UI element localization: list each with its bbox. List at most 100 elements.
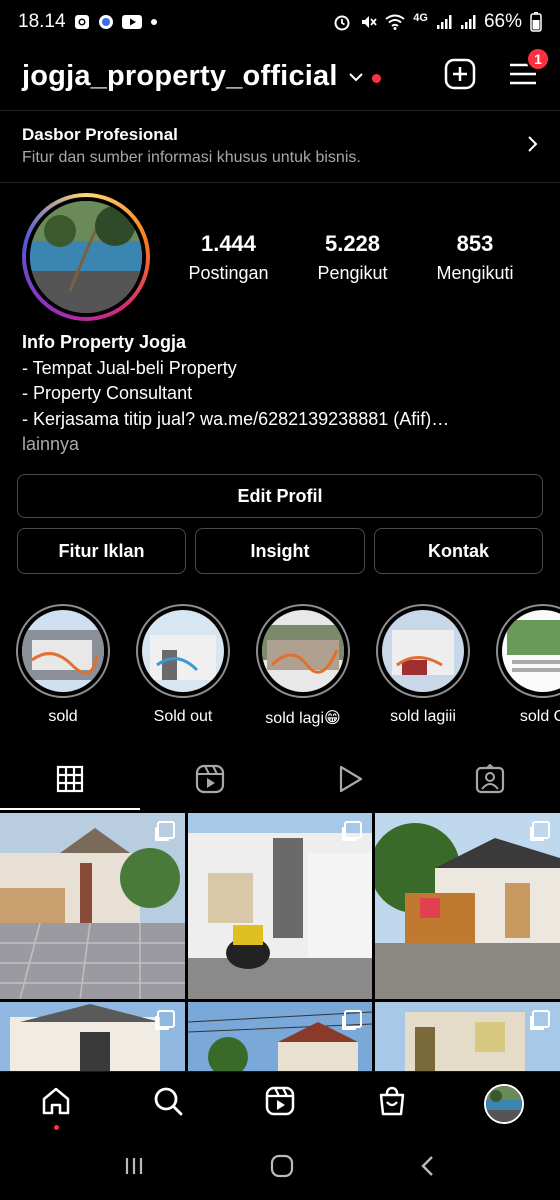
- followers-count: 5.228: [324, 230, 381, 256]
- header-divider: [0, 110, 560, 111]
- home-button-icon[interactable]: [269, 1153, 295, 1184]
- bio-line: - Kerjasama titip jual? wa.me/6282139238…: [22, 408, 450, 429]
- profile-avatar[interactable]: [22, 193, 150, 321]
- instagram-notif-icon: [74, 14, 90, 30]
- status-bar: 18.14 4G 66%: [0, 0, 560, 44]
- alarm-icon: [333, 13, 351, 31]
- signal-icon: [436, 14, 452, 30]
- system-navigation-bar: [0, 1136, 560, 1200]
- browser-notif-icon: [98, 14, 114, 30]
- dashboard-subtitle: Fitur dan sumber informasi khusus untuk …: [22, 149, 361, 166]
- bottom-navigation: [0, 1071, 560, 1135]
- highlight-cover: [502, 610, 560, 692]
- profile-bio: Info Property Jogja - Tempat Jual-beli P…: [22, 330, 542, 458]
- bio-display-name: Info Property Jogja: [22, 332, 187, 352]
- edit-profile-button[interactable]: Edit Profil: [17, 474, 543, 518]
- highlight-item[interactable]: sold lagi😁: [253, 604, 353, 728]
- battery-icon: [530, 12, 542, 32]
- menu-button[interactable]: 1: [508, 46, 550, 92]
- home-notification-dot: [53, 1124, 59, 1130]
- following-count: 853: [456, 230, 494, 256]
- post-thumbnail[interactable]: [375, 813, 560, 999]
- tab-videos[interactable]: [280, 752, 420, 810]
- bio-more-link[interactable]: lainnya: [22, 432, 542, 458]
- bio-line: - Tempat Jual-beli Property: [22, 357, 237, 378]
- bio-line: - Property Consultant: [22, 383, 193, 403]
- post-thumbnail[interactable]: [375, 1002, 560, 1071]
- highlight-cover: [262, 610, 344, 692]
- back-icon[interactable]: [418, 1154, 438, 1183]
- highlight-label: sold: [48, 708, 78, 725]
- posts-count: 1.444: [200, 230, 257, 256]
- stat-following[interactable]: 853 Mengikuti: [436, 231, 513, 284]
- stat-posts[interactable]: 1.444 Postingan: [188, 231, 268, 284]
- avatar-image: [30, 201, 142, 313]
- multi-photo-icon: [344, 821, 362, 839]
- followers-label: Pengikut: [317, 262, 388, 283]
- nav-home[interactable]: [28, 1076, 84, 1132]
- dashboard-divider: [0, 182, 560, 183]
- highlight-label: sold lagiii: [390, 708, 456, 725]
- multi-photo-icon: [157, 821, 175, 839]
- youtube-icon: [121, 15, 142, 29]
- profile-header: jogja_property_official 1: [0, 46, 560, 104]
- active-tab-indicator: [0, 808, 140, 810]
- post-thumbnail[interactable]: [188, 1002, 372, 1071]
- highlight-cover: [22, 610, 104, 692]
- nav-search[interactable]: [140, 1076, 196, 1132]
- menu-notification-badge: 1: [526, 46, 550, 71]
- wifi-icon: [385, 14, 405, 30]
- multi-photo-icon: [532, 821, 550, 839]
- profile-summary: 1.444 Postingan 5.228 Pengikut 853 Mengi…: [22, 192, 538, 322]
- recent-apps-icon[interactable]: [122, 1154, 146, 1183]
- professional-dashboard-link[interactable]: Dasbor Profesional Fitur dan sumber info…: [0, 112, 560, 180]
- insights-button[interactable]: Insight: [195, 528, 365, 574]
- battery-level: 66%: [483, 11, 522, 32]
- tab-tagged[interactable]: [420, 752, 560, 810]
- multi-photo-icon: [344, 1010, 362, 1028]
- nav-shop[interactable]: [364, 1076, 420, 1132]
- dashboard-title: Dasbor Profesional: [22, 125, 178, 144]
- network-type: 4G: [413, 12, 428, 24]
- chevron-right-icon: [526, 135, 538, 158]
- tab-reels[interactable]: [140, 752, 280, 810]
- posts-grid: [0, 813, 560, 1071]
- highlight-label: sold O: [519, 708, 560, 725]
- reels-icon: [195, 764, 225, 799]
- chevron-down-icon[interactable]: [348, 69, 364, 87]
- highlight-item[interactable]: Sold out: [133, 604, 233, 726]
- post-thumbnail[interactable]: [0, 813, 185, 999]
- post-thumbnail[interactable]: [0, 1002, 185, 1071]
- stat-followers[interactable]: 5.228 Pengikut: [317, 231, 387, 284]
- search-icon: [152, 1085, 184, 1122]
- highlight-cover: [382, 610, 464, 692]
- highlight-item[interactable]: sold lagiii: [373, 604, 473, 726]
- highlight-item[interactable]: sold O: [493, 604, 560, 726]
- status-time: 18.14: [18, 11, 66, 32]
- posts-label: Postingan: [188, 262, 269, 283]
- home-icon: [40, 1085, 72, 1122]
- post-thumbnail[interactable]: [188, 813, 372, 999]
- highlight-label: sold lagi😁: [265, 710, 341, 727]
- shop-icon: [376, 1085, 408, 1122]
- video-icon: [336, 764, 364, 799]
- highlight-cover: [142, 610, 224, 692]
- profile-tabs: [0, 752, 560, 810]
- nav-reels[interactable]: [252, 1076, 308, 1132]
- nav-profile[interactable]: [476, 1076, 532, 1132]
- tagged-icon: [475, 763, 505, 799]
- create-post-icon[interactable]: [444, 58, 476, 95]
- contact-button[interactable]: Kontak: [374, 528, 543, 574]
- highlight-label: Sold out: [153, 708, 213, 725]
- profile-stats: 1.444 Postingan 5.228 Pengikut 853 Mengi…: [164, 231, 538, 284]
- signal-icon-2: [460, 14, 476, 30]
- highlight-item[interactable]: sold: [13, 604, 113, 726]
- account-username[interactable]: jogja_property_official: [22, 60, 338, 93]
- grid-icon: [56, 765, 84, 798]
- tab-grid[interactable]: [0, 752, 140, 810]
- following-label: Mengikuti: [436, 262, 514, 283]
- ad-tools-button[interactable]: Fitur Iklan: [17, 528, 186, 574]
- mute-icon: [359, 13, 377, 31]
- reels-icon: [264, 1085, 296, 1122]
- story-highlights: sold Sold out sold lagi😁 sold lagiii sol…: [0, 604, 560, 734]
